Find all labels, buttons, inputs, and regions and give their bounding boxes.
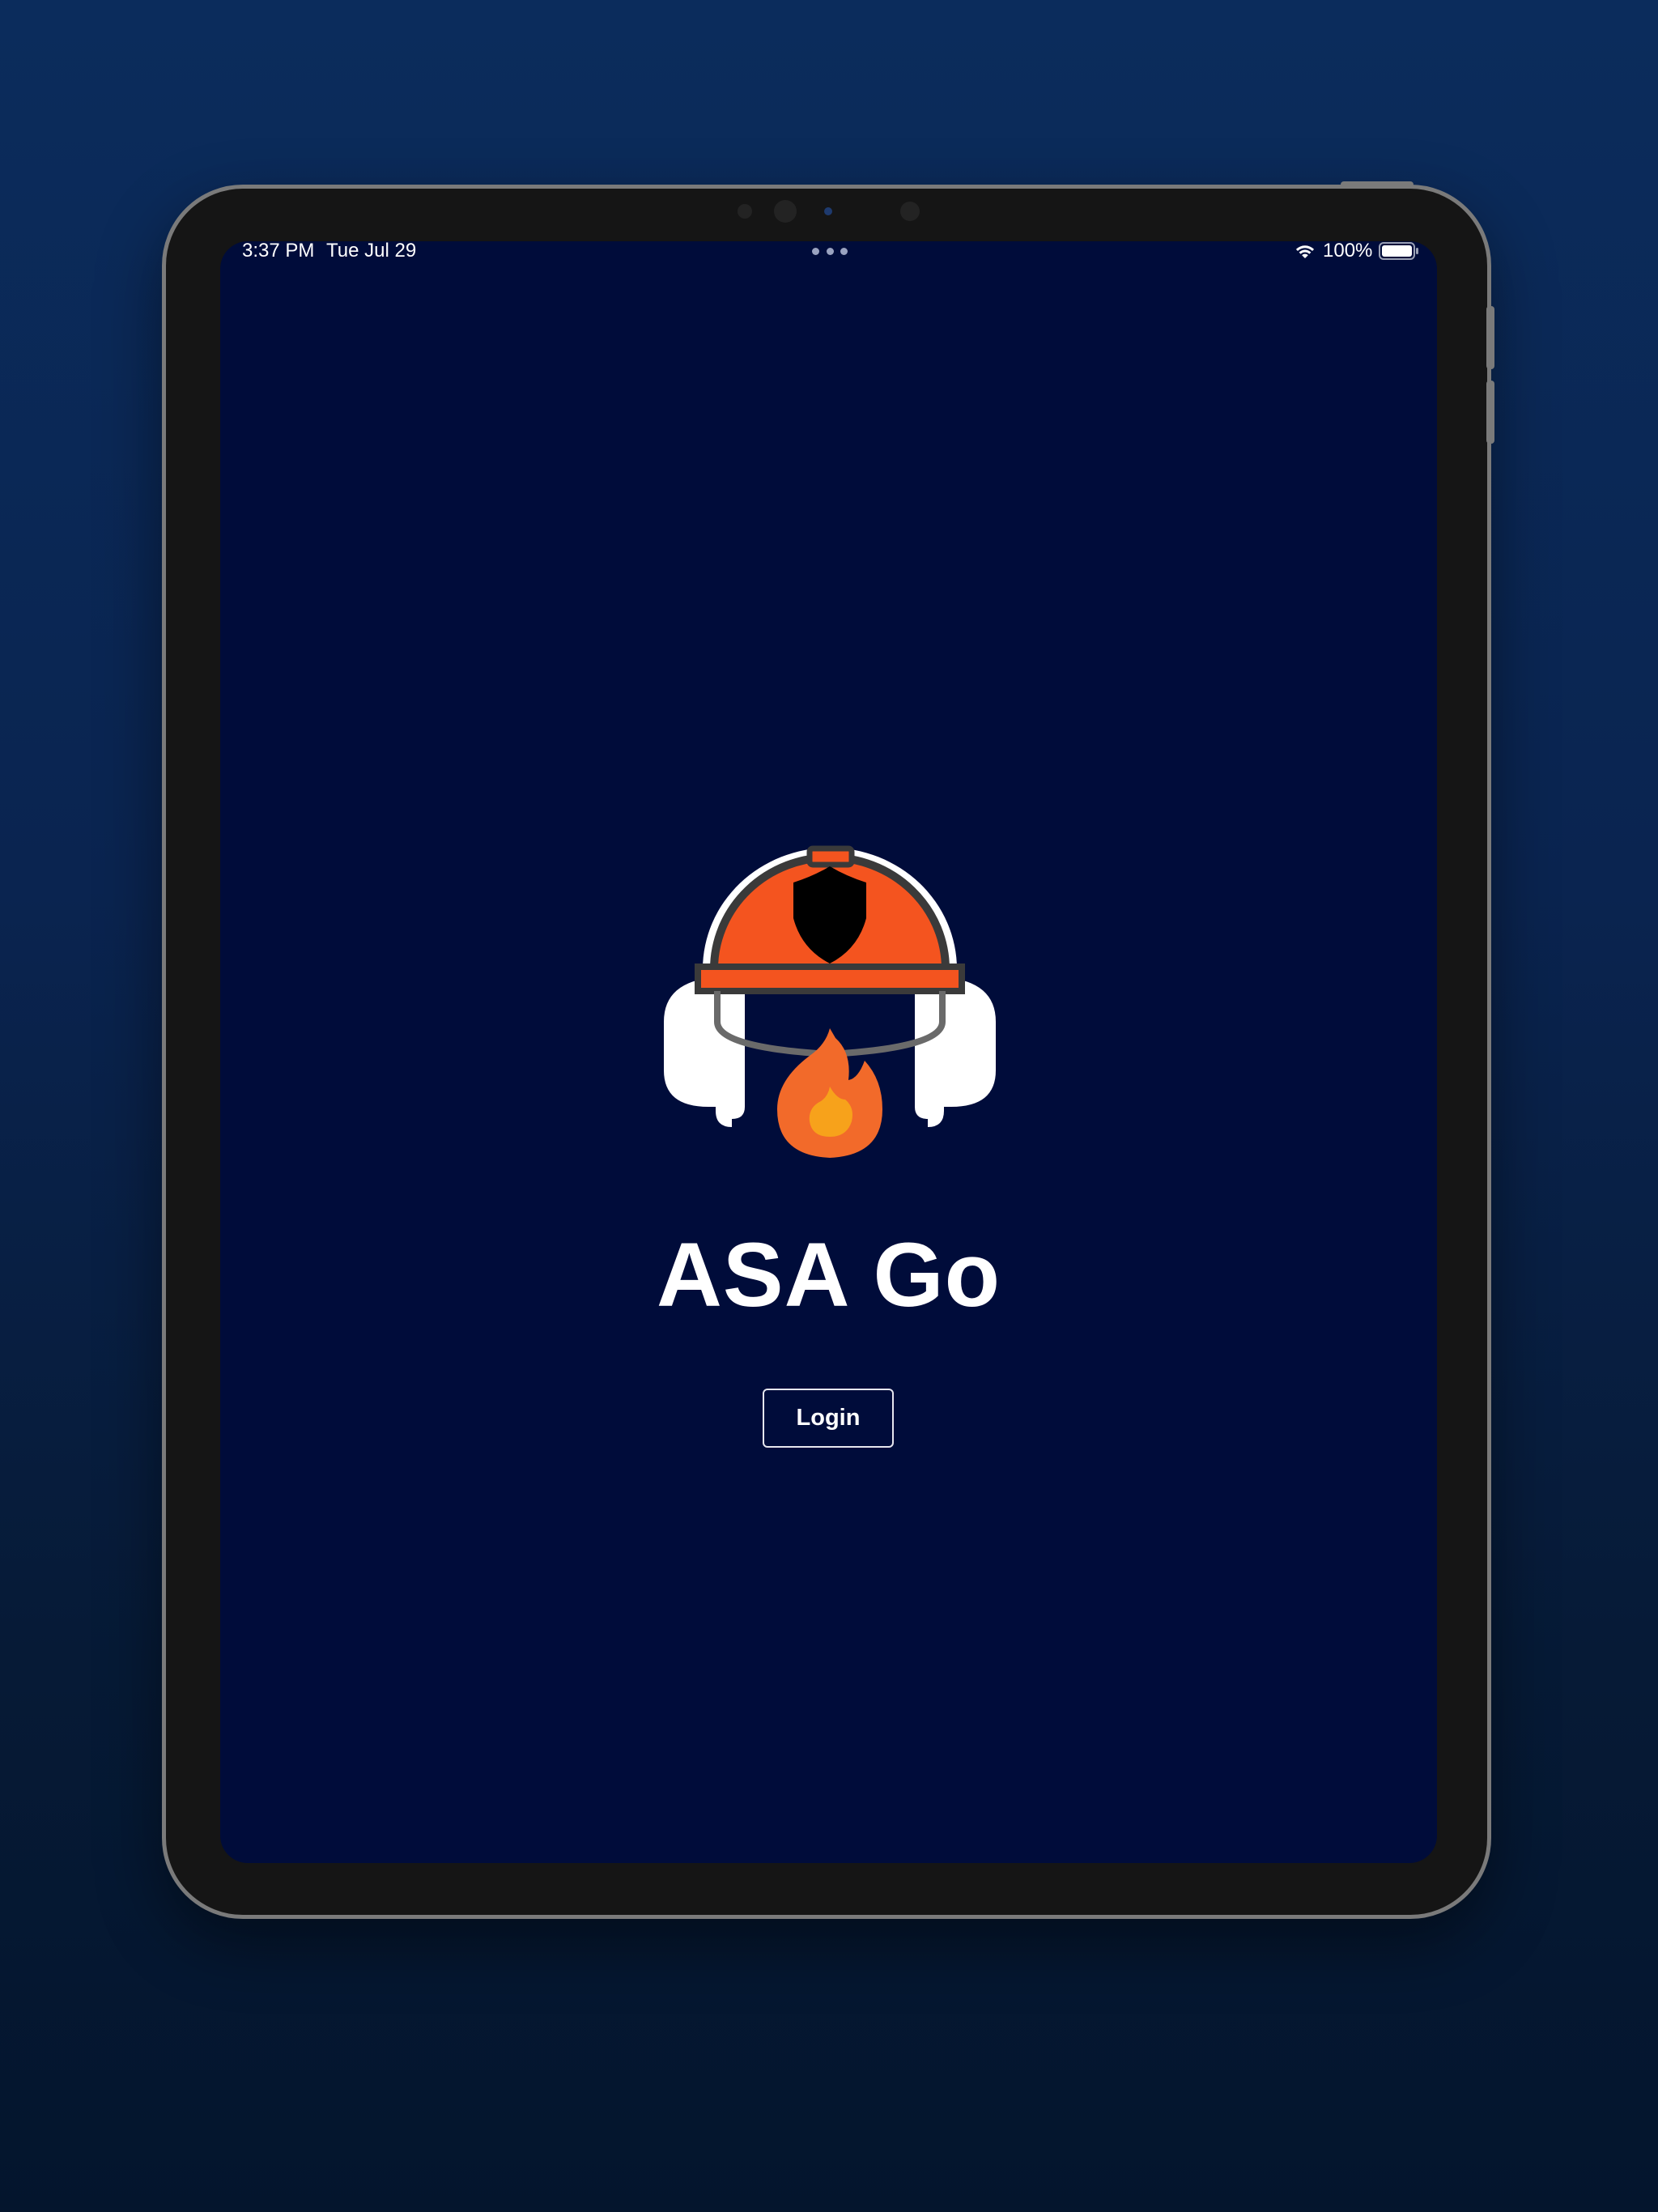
app-title: ASA Go [657, 1224, 1001, 1325]
firefighter-helmet-flame-logo [664, 845, 996, 1158]
app-screen: 3:37 PM Tue Jul 29 100% ASA Go Login [220, 241, 1437, 1863]
volume-down-button [1486, 381, 1494, 444]
camera-flash-icon [900, 202, 920, 221]
status-time: 3:37 PM [242, 241, 315, 262]
login-button[interactable]: Login [763, 1389, 894, 1448]
volume-up-button [1486, 306, 1494, 369]
battery-percent: 100% [1323, 241, 1373, 262]
wifi-icon [1295, 245, 1315, 258]
status-bar: 3:37 PM Tue Jul 29 100% [220, 241, 1437, 290]
top-button [1341, 181, 1414, 188]
battery-icon [1379, 242, 1418, 260]
status-date: Tue Jul 29 [326, 241, 417, 262]
camera-lens-icon [774, 200, 797, 223]
multitasking-dots-icon[interactable] [812, 248, 848, 256]
camera-sensor-icon [738, 204, 752, 219]
camera-indicator-icon [824, 207, 832, 215]
